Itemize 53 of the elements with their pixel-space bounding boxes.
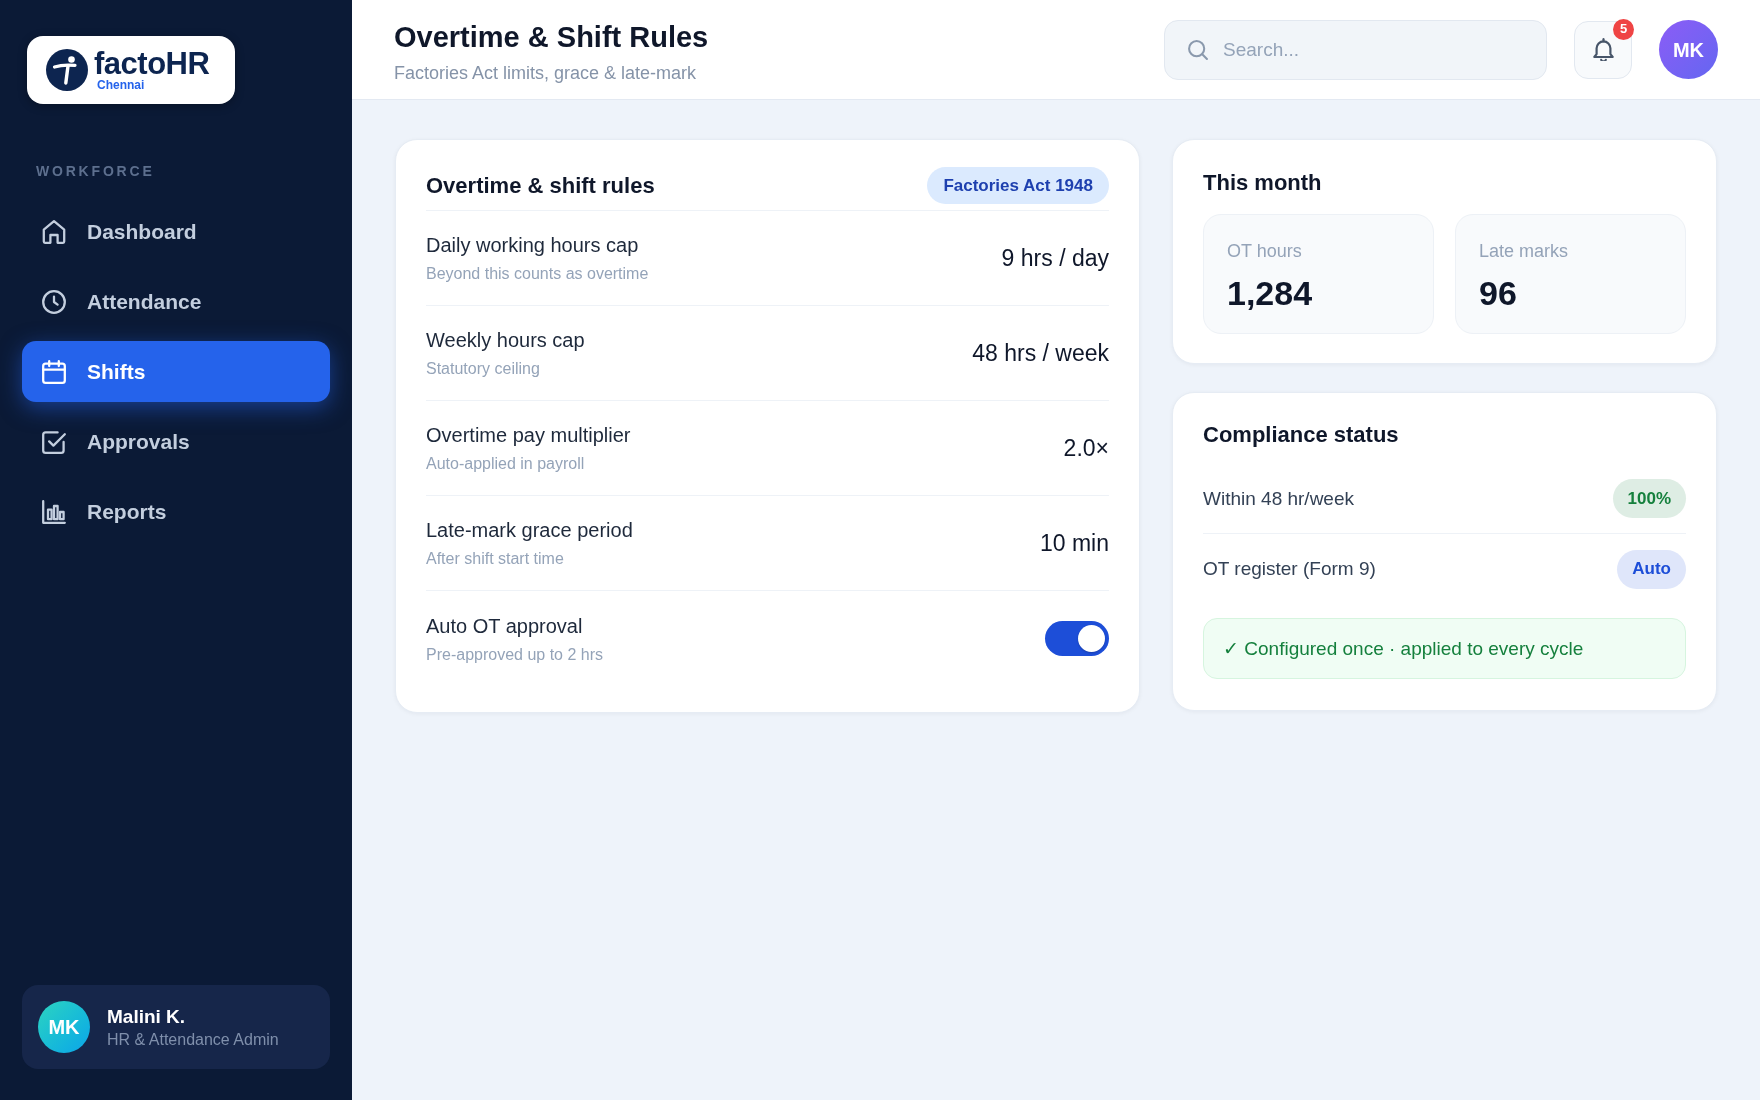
rule-label: Daily working hours cap [426, 233, 640, 258]
status-tag: 100% [1612, 479, 1686, 518]
calendar-icon [42, 359, 66, 384]
stat-label: OT hours [1227, 240, 1303, 263]
nav-item[interactable]: Shifts [22, 341, 330, 402]
rule-label: Auto OT approval [426, 613, 584, 639]
stat-value: 96 [1479, 273, 1518, 313]
nav-item[interactable]: Approvals [22, 411, 330, 472]
user-role: HR & Attendance Admin [107, 1029, 279, 1050]
notification-count: 5 [1613, 18, 1634, 40]
rule-value: 48 hrs / week [972, 339, 1109, 368]
checkbox-icon [42, 429, 66, 454]
notifications-button[interactable]: 5 [1574, 20, 1632, 79]
logo-icon [46, 49, 88, 91]
rule-label: Overtime pay multiplier [426, 423, 631, 448]
stat-label: Late marks [1479, 240, 1570, 263]
rule-label: Late-mark grace period [426, 518, 633, 543]
compliance-label: Within 48 hr/week [1203, 486, 1354, 511]
rule-value: 2.0× [1063, 434, 1109, 463]
search-field[interactable]: Search... [1164, 19, 1547, 80]
clock-icon [42, 289, 66, 314]
bar-chart-icon [42, 499, 66, 524]
nav-item[interactable]: Attendance [22, 271, 330, 332]
confirmation-note: ✓ Configured once · applied to every cycle [1203, 618, 1686, 679]
rule-value: 10 min [1039, 529, 1109, 558]
rule-value: 9 hrs / day [1001, 244, 1109, 273]
home-icon [42, 219, 66, 244]
rule-description: Auto-applied in payroll [426, 454, 586, 474]
page-subtitle: Factories Act limits, grace & late-mark [394, 62, 698, 85]
card-title: This month [1203, 169, 1323, 197]
stat-value: 1,284 [1227, 273, 1314, 313]
compliance-label: OT register (Form 9) [1203, 557, 1376, 581]
card-title: Compliance status [1203, 421, 1400, 449]
nav-item[interactable]: Reports [22, 481, 330, 542]
brand-location: Chennai [97, 78, 146, 92]
regulation-tag: Factories Act 1948 [927, 167, 1109, 204]
rule-label: Weekly hours cap [426, 328, 585, 353]
rule-description: Beyond this counts as overtime [426, 264, 649, 284]
user-avatar: MK [38, 1001, 90, 1053]
toggle-switch[interactable] [1045, 621, 1109, 656]
profile-avatar[interactable]: MK [1659, 20, 1718, 79]
section-label: WORKFORCE [36, 162, 156, 180]
rule-description: After shift start time [426, 549, 565, 569]
bell-icon [1591, 38, 1615, 61]
brand-name: factoHR [94, 48, 210, 79]
page-title: Overtime & Shift Rules [394, 20, 709, 55]
card-title: Overtime & shift rules [426, 171, 655, 200]
user-name: Malini K. [107, 1004, 187, 1029]
nav-item[interactable]: Dashboard [22, 201, 330, 262]
status-tag: Auto [1617, 549, 1686, 589]
search-icon [1188, 39, 1208, 60]
rule-description: Pre-approved up to 2 hrs [426, 644, 603, 665]
rule-description: Statutory ceiling [426, 359, 541, 379]
